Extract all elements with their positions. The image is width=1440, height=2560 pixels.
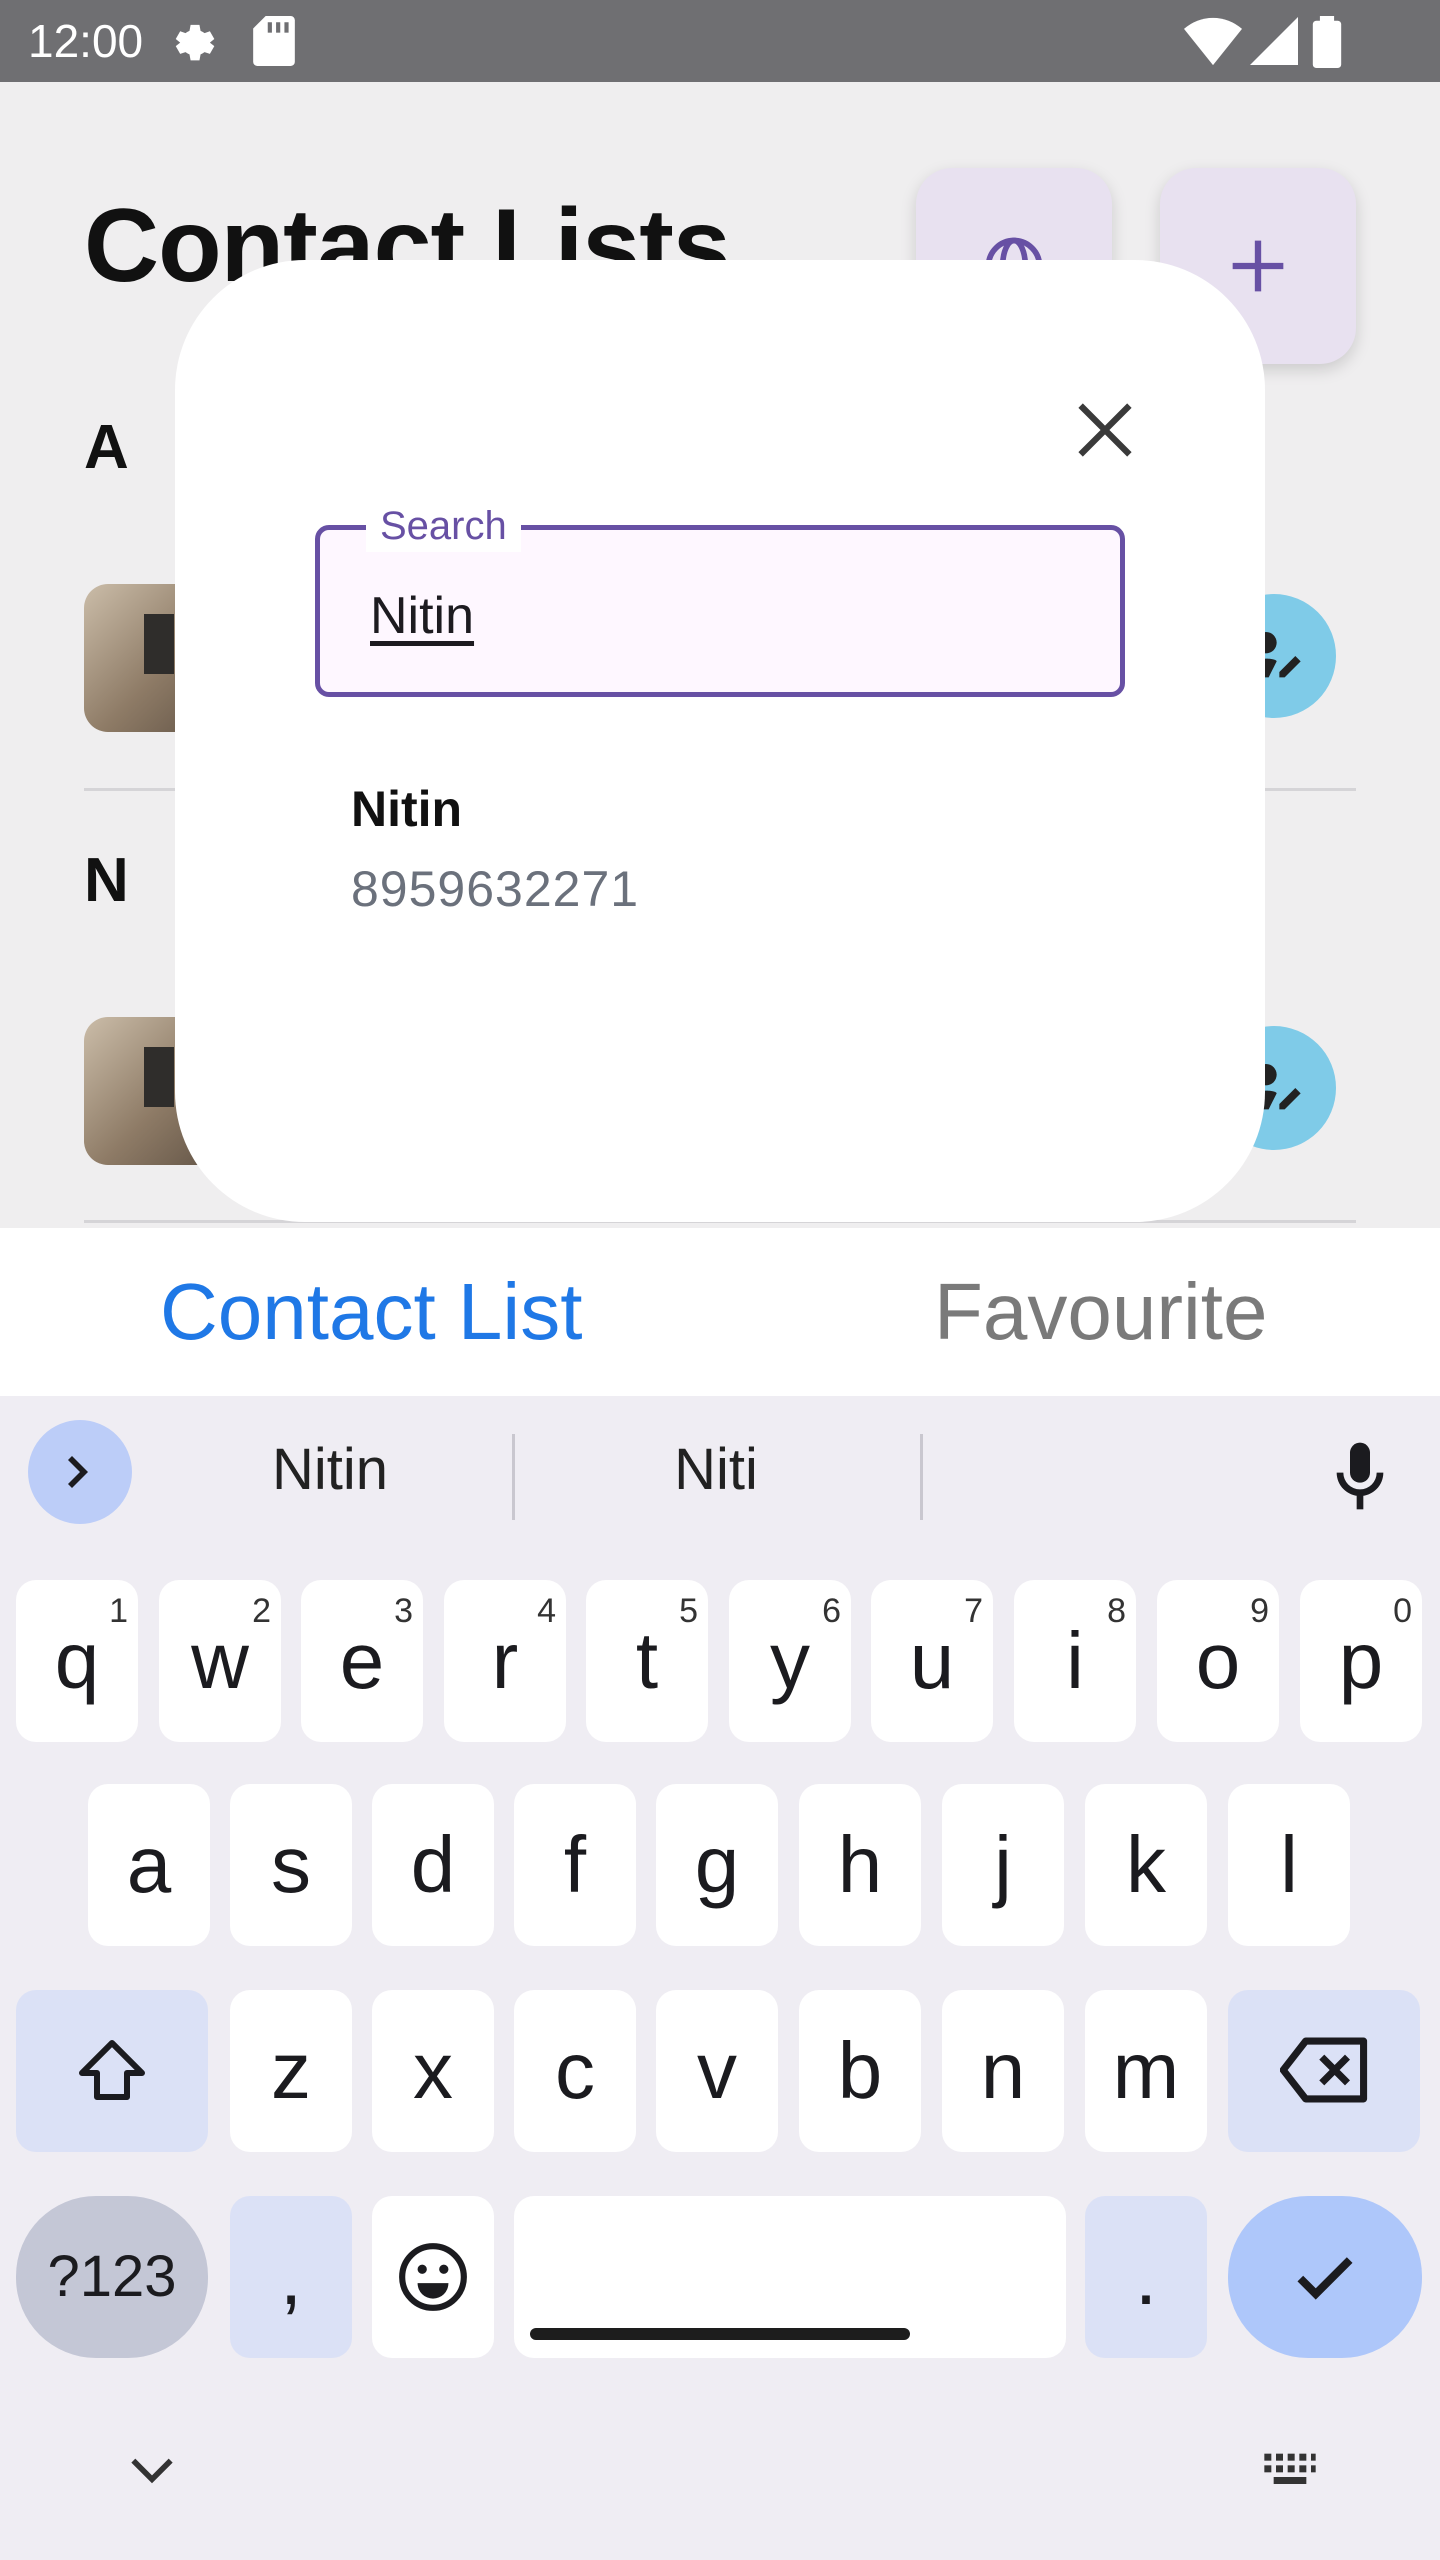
result-contact-name[interactable]: Nitin <box>351 780 462 838</box>
key-j[interactable]: j <box>942 1784 1064 1946</box>
suggestion-divider <box>920 1434 923 1520</box>
result-contact-phone[interactable]: 8959632271 <box>351 860 639 918</box>
gesture-nav-handle[interactable] <box>530 2328 910 2340</box>
sd-card-icon <box>253 16 295 66</box>
suggestion-divider <box>512 1434 515 1520</box>
key-b[interactable]: b <box>799 1990 921 2152</box>
key-hint: 1 <box>109 1592 128 1630</box>
symbols-key[interactable]: ?123 <box>16 2196 208 2358</box>
bottom-tab-bar: Contact List Favourite <box>0 1228 1440 1396</box>
key-letter: u <box>909 1616 955 1705</box>
key-r[interactable]: r4 <box>444 1580 566 1742</box>
key-letter: e <box>339 1616 385 1705</box>
tab-contact-list[interactable]: Contact List <box>160 1266 582 1358</box>
key-hint: 8 <box>1107 1592 1126 1630</box>
key-p[interactable]: p0 <box>1300 1580 1422 1742</box>
key-k[interactable]: k <box>1085 1784 1207 1946</box>
key-letter: y <box>770 1616 810 1705</box>
key-letter: i <box>1066 1616 1084 1705</box>
key-hint: 4 <box>537 1592 556 1630</box>
shift-icon <box>79 2040 145 2100</box>
search-input[interactable]: Search Nitin <box>315 500 1125 697</box>
key-x[interactable]: x <box>372 1990 494 2152</box>
key-n[interactable]: n <box>942 1990 1064 2152</box>
microphone-icon[interactable] <box>1320 1436 1400 1516</box>
plus-icon <box>1232 240 1284 292</box>
key-letter: t <box>635 1616 659 1705</box>
chevron-right-icon <box>68 1456 88 1488</box>
suggestion-2[interactable]: Niti <box>536 1436 896 1503</box>
emoji-key[interactable] <box>372 2196 494 2358</box>
hide-keyboard-icon[interactable] <box>124 2450 180 2490</box>
key-h[interactable]: h <box>799 1784 921 1946</box>
enter-key[interactable] <box>1228 2196 1422 2358</box>
search-label: Search <box>366 500 521 552</box>
key-letter: p <box>1338 1616 1384 1705</box>
section-header-a: A <box>84 413 129 482</box>
key-s[interactable]: s <box>230 1784 352 1946</box>
key-o[interactable]: o9 <box>1157 1580 1279 1742</box>
key-letter: w <box>191 1616 249 1705</box>
key-u[interactable]: u7 <box>871 1580 993 1742</box>
checkmark-icon <box>1297 2257 1353 2300</box>
status-bar: 12:00 <box>0 0 1440 82</box>
key-hint: 0 <box>1393 1592 1412 1630</box>
key-m[interactable]: m <box>1085 1990 1207 2152</box>
key-q[interactable]: q1 <box>16 1580 138 1742</box>
suggestion-1[interactable]: Nitin <box>150 1436 510 1503</box>
key-i[interactable]: i8 <box>1014 1580 1136 1742</box>
key-e[interactable]: e3 <box>301 1580 423 1742</box>
close-button[interactable] <box>1045 370 1165 490</box>
key-v[interactable]: v <box>656 1990 778 2152</box>
shift-key[interactable] <box>16 1990 208 2152</box>
battery-icon <box>1312 16 1342 68</box>
key-g[interactable]: g <box>656 1784 778 1946</box>
settings-gear-icon <box>175 24 215 61</box>
key-t[interactable]: t5 <box>586 1580 708 1742</box>
key-l[interactable]: l <box>1228 1784 1350 1946</box>
key-a[interactable]: a <box>88 1784 210 1946</box>
key-hint: 6 <box>822 1592 841 1630</box>
cell-signal-icon <box>1250 17 1298 65</box>
status-time: 12:00 <box>28 15 144 67</box>
key-hint: 5 <box>679 1592 698 1630</box>
key-letter: q <box>54 1616 100 1705</box>
key-hint: 9 <box>1250 1592 1269 1630</box>
key-w[interactable]: w2 <box>159 1580 281 1742</box>
section-header-n: N <box>84 846 129 915</box>
period-key[interactable]: . <box>1085 2196 1207 2358</box>
key-y[interactable]: y6 <box>729 1580 851 1742</box>
key-f[interactable]: f <box>514 1784 636 1946</box>
comma-key[interactable]: , <box>230 2196 352 2358</box>
key-letter: o <box>1195 1616 1241 1705</box>
key-hint: 3 <box>394 1592 413 1630</box>
close-icon <box>1078 403 1132 457</box>
key-c[interactable]: c <box>514 1990 636 2152</box>
backspace-key[interactable] <box>1228 1990 1420 2152</box>
tab-favourite[interactable]: Favourite <box>934 1266 1267 1358</box>
key-letter: r <box>491 1616 519 1705</box>
wifi-icon <box>1184 17 1242 66</box>
suggestions-expand-button[interactable] <box>28 1420 132 1524</box>
key-z[interactable]: z <box>230 1990 352 2152</box>
key-hint: 2 <box>252 1592 271 1630</box>
keyboard-switch-icon[interactable] <box>1262 2450 1318 2490</box>
emoji-icon <box>399 2243 467 2311</box>
on-screen-keyboard: Nitin Niti q1 w2 e3 r4 t5 y6 u7 i8 o9 p0… <box>0 1396 1440 2560</box>
backspace-icon <box>1280 2037 1368 2103</box>
search-input-value[interactable]: Nitin <box>370 586 474 646</box>
key-hint: 7 <box>964 1592 983 1630</box>
key-d[interactable]: d <box>372 1784 494 1946</box>
search-dialog: Search Nitin Nitin 8959632271 <box>175 260 1265 1222</box>
